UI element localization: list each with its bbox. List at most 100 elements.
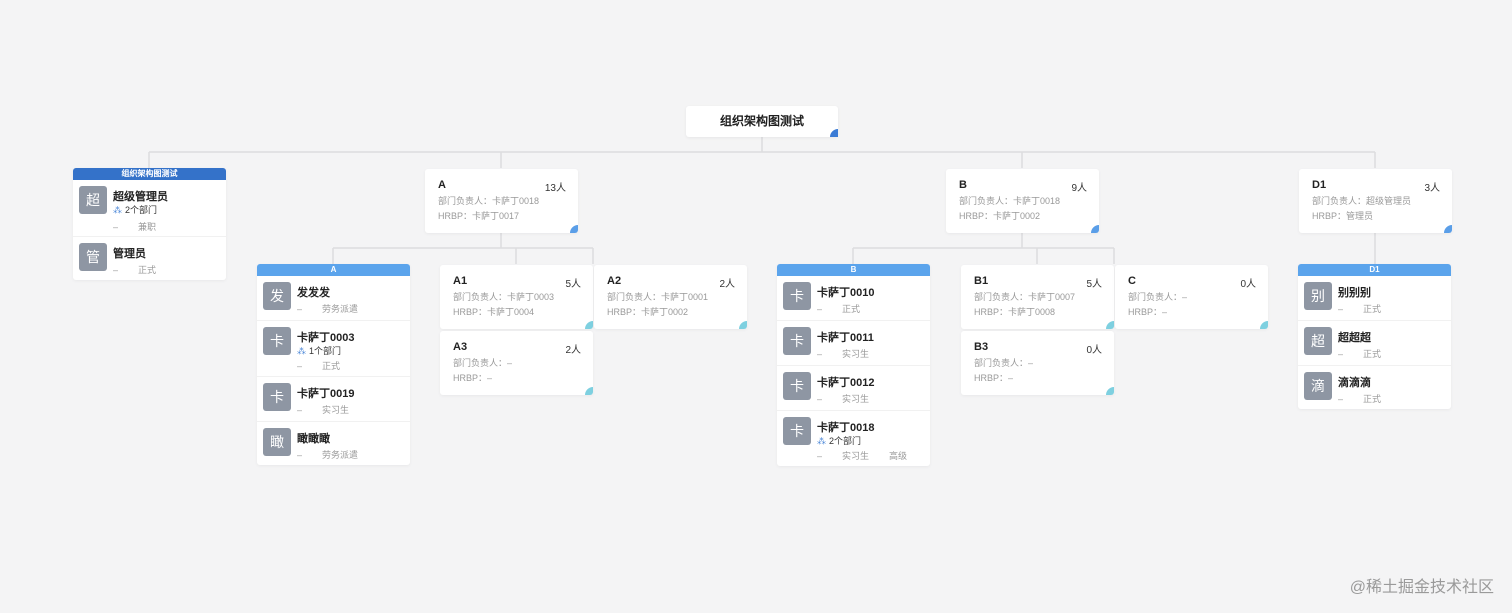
member-card[interactable]: 瞰 瞰瞰瞰 – 劳务派遣	[257, 422, 410, 465]
dept-leader: 部门负责人：卡萨丁0018	[959, 196, 1061, 206]
member-name: 卡萨丁0011	[817, 332, 874, 344]
dept-a-member-list: A 发 发发发 – 劳务派遣 卡 卡萨丁0003 ⁂ 1个部门 – 正式 卡 卡萨丁0…	[257, 264, 410, 465]
dept-b-member-list: B 卡 卡萨丁0010 – 正式 卡 卡萨丁0011 – 实习生 卡 卡萨丁0012…	[777, 264, 930, 466]
dept-hrbp: HRBP：–	[974, 373, 1014, 383]
dept-card-a2[interactable]: A2 2人 部门负责人：卡萨丁0001 HRBP：卡萨丁0002	[594, 265, 747, 329]
dept-name: B	[959, 179, 967, 191]
dept-headcount: 2人	[719, 279, 735, 290]
expand-corner-icon[interactable]	[1106, 387, 1114, 395]
dept-card-a1[interactable]: A1 5人 部门负责人：卡萨丁0003 HRBP：卡萨丁0004	[440, 265, 593, 329]
avatar: 卡	[263, 383, 291, 411]
dept-card-a3[interactable]: A3 2人 部门负责人：– HRBP：–	[440, 331, 593, 395]
dept-hrbp: HRBP：管理员	[1312, 211, 1374, 221]
dept-hrbp: HRBP：卡萨丁0017	[438, 211, 520, 221]
member-name: 卡萨丁0010	[817, 287, 875, 299]
member-name: 发发发	[297, 287, 330, 299]
dept-card-b[interactable]: B 9人 部门负责人：卡萨丁0018 HRBP：卡萨丁0002	[946, 169, 1099, 233]
dept-name: C	[1128, 275, 1136, 287]
expand-corner-icon[interactable]	[585, 321, 593, 329]
dept-name: A2	[607, 275, 622, 287]
dept-leader: 部门负责人：卡萨丁0001	[607, 292, 709, 302]
dept-name: A1	[453, 275, 468, 287]
dept-card-b1[interactable]: B1 5人 部门负责人：卡萨丁0007 HRBP：卡萨丁0008	[961, 265, 1114, 329]
expand-corner-icon[interactable]	[1106, 321, 1114, 329]
dept-name: B3	[974, 341, 989, 353]
avatar: 别	[1304, 282, 1332, 310]
member-card[interactable]: 超 超超超 – 正式	[1298, 321, 1451, 366]
org-tree-icon: ⁂	[297, 346, 306, 356]
member-list-header: A	[257, 264, 410, 276]
expand-corner-icon[interactable]	[570, 225, 578, 233]
member-name: 超超超	[1338, 332, 1371, 344]
member-list-header: B	[777, 264, 930, 276]
avatar: 瞰	[263, 428, 291, 456]
dept-headcount: 2人	[565, 345, 581, 356]
avatar: 滴	[1304, 372, 1332, 400]
dept-leader: 部门负责人：超级管理员	[1312, 196, 1412, 206]
avatar: 超	[1304, 327, 1332, 355]
dept-leader: 部门负责人：–	[453, 358, 513, 368]
expand-corner-icon[interactable]	[1444, 225, 1452, 233]
member-name: 瞰瞰瞰	[297, 433, 330, 445]
dept-leader: 部门负责人：–	[974, 358, 1034, 368]
member-meta: – 实习生	[817, 394, 870, 404]
watermark: @稀土掘金技术社区	[1349, 579, 1494, 596]
expand-corner-icon[interactable]	[1260, 321, 1268, 329]
member-card[interactable]: 发 发发发 – 劳务派遣	[257, 276, 410, 321]
member-list-header: 组织架构图测试	[73, 168, 226, 180]
member-meta: – 正式	[1338, 394, 1382, 404]
member-name: 别别别	[1338, 287, 1371, 299]
member-card[interactable]: 别 别别别 – 正式	[1298, 276, 1451, 321]
avatar: 卡	[783, 282, 811, 310]
dept-name: A3	[453, 341, 468, 353]
dept-d1-member-list: D1 别 别别别 – 正式 超 超超超 – 正式 滴 滴滴滴 – 正式	[1298, 264, 1451, 409]
member-dept-count[interactable]: ⁂ 1个部门	[297, 344, 341, 357]
avatar: 超	[79, 186, 107, 214]
dept-headcount: 13人	[544, 183, 566, 194]
root-org-node[interactable]: 组织架构图测试	[686, 106, 838, 137]
expand-corner-icon[interactable]	[739, 321, 747, 329]
dept-name: D1	[1312, 179, 1327, 191]
dept-hrbp: HRBP：卡萨丁0002	[959, 211, 1041, 221]
member-card[interactable]: 卡 卡萨丁0003 ⁂ 1个部门 – 正式	[257, 321, 410, 377]
expand-corner-icon[interactable]	[585, 387, 593, 395]
member-name: 管理员	[113, 248, 146, 260]
expand-corner-icon[interactable]	[1091, 225, 1099, 233]
member-card[interactable]: 卡 卡萨丁0012 – 实习生	[777, 366, 930, 411]
member-card[interactable]: 超 超级管理员 ⁂ 2个部门 – 兼职	[73, 180, 226, 237]
member-name: 卡萨丁0019	[297, 388, 355, 400]
dept-headcount: 9人	[1071, 183, 1087, 194]
connector-lines	[148, 137, 1376, 264]
dept-leader: 部门负责人：卡萨丁0018	[438, 196, 540, 206]
member-name: 卡萨丁0012	[817, 377, 875, 389]
member-card[interactable]: 卡 卡萨丁0019 – 实习生	[257, 377, 410, 422]
member-meta: – 正式	[1338, 304, 1382, 314]
avatar: 发	[263, 282, 291, 310]
dept-headcount: 0人	[1240, 279, 1256, 290]
member-card[interactable]: 滴 滴滴滴 – 正式	[1298, 366, 1451, 409]
member-card[interactable]: 卡 卡萨丁0018 ⁂ 2个部门 – 实习生 高级	[777, 411, 930, 466]
member-card[interactable]: 卡 卡萨丁0011 – 实习生	[777, 321, 930, 366]
dept-card-d1[interactable]: D1 3人 部门负责人：超级管理员 HRBP：管理员	[1299, 169, 1452, 233]
member-name: 卡萨丁0003	[297, 332, 355, 344]
member-meta: – 正式	[817, 304, 861, 314]
member-dept-count[interactable]: ⁂ 2个部门	[113, 203, 157, 216]
dept-card-b3[interactable]: B3 0人 部门负责人：– HRBP：–	[961, 331, 1114, 395]
member-meta: – 劳务派遣	[297, 450, 359, 460]
member-card[interactable]: 管 管理员 – 正式	[73, 237, 226, 280]
dept-card-a[interactable]: A 13人 部门负责人：卡萨丁0018 HRBP：卡萨丁0017	[425, 169, 578, 233]
member-meta: – 正式	[113, 265, 157, 275]
avatar: 卡	[783, 372, 811, 400]
expand-corner-icon[interactable]	[830, 129, 838, 137]
member-meta: – 正式	[1338, 349, 1382, 359]
member-meta: – 兼职	[113, 222, 157, 232]
avatar: 卡	[263, 327, 291, 355]
member-meta: – 实习生 高级	[817, 451, 908, 461]
org-tree-icon: ⁂	[817, 436, 826, 446]
member-meta: – 正式	[297, 361, 341, 371]
root-org-title: 组织架构图测试	[719, 114, 804, 128]
member-card[interactable]: 卡 卡萨丁0010 – 正式	[777, 276, 930, 321]
member-dept-count[interactable]: ⁂ 2个部门	[817, 434, 861, 447]
member-list-header: D1	[1298, 264, 1451, 276]
dept-card-c[interactable]: C 0人 部门负责人：– HRBP：–	[1115, 265, 1268, 329]
